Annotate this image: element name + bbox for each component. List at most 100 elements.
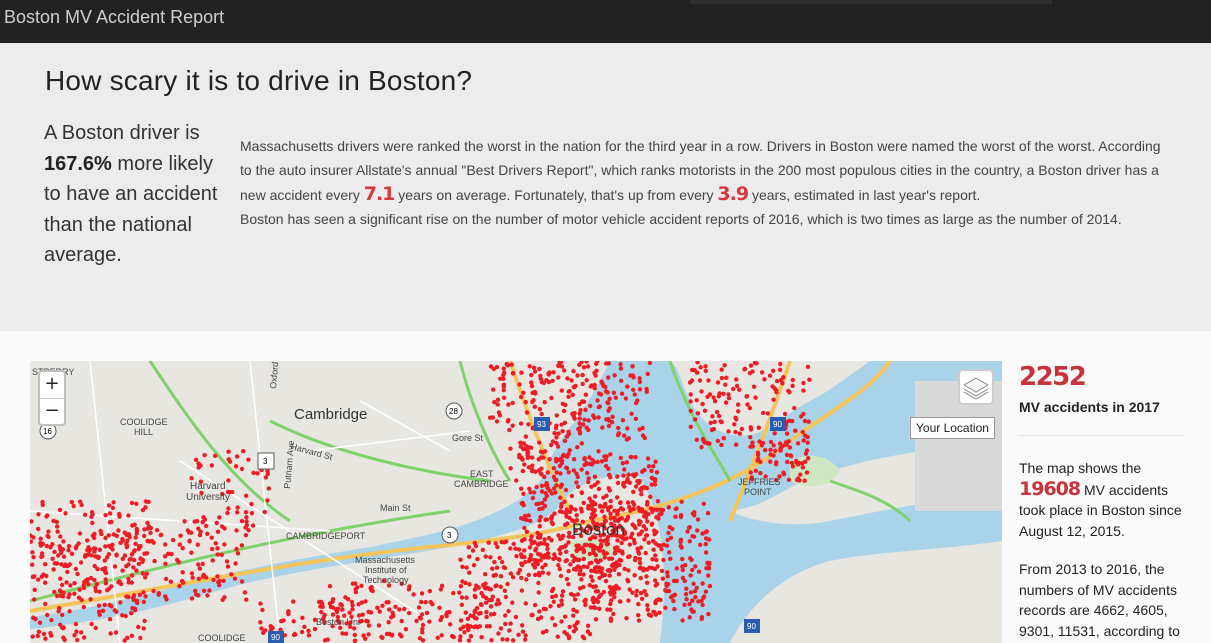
accident-dot[interactable] [626, 598, 631, 603]
accident-dot[interactable] [505, 419, 511, 424]
accident-dot[interactable] [125, 538, 130, 543]
accident-dot[interactable] [755, 452, 761, 457]
accident-dot[interactable] [102, 602, 107, 608]
accident-dot[interactable] [687, 615, 692, 620]
accident-dot[interactable] [592, 482, 597, 488]
accident-dot[interactable] [536, 580, 541, 586]
accident-dot[interactable] [551, 370, 556, 375]
accident-dot[interactable] [41, 631, 47, 637]
accident-dot[interactable] [58, 534, 63, 539]
accident-dot[interactable] [32, 574, 37, 579]
accident-dot[interactable] [592, 494, 598, 499]
accident-dot[interactable] [785, 459, 790, 465]
accident-dot[interactable] [428, 599, 433, 605]
accident-dot[interactable] [614, 583, 619, 589]
accident-dot[interactable] [578, 568, 583, 573]
accident-dot[interactable] [52, 549, 57, 555]
accident-dot[interactable] [616, 425, 621, 431]
accident-dot[interactable] [762, 447, 768, 453]
accident-dot[interactable] [258, 620, 263, 625]
accident-dot[interactable] [753, 395, 758, 400]
accident-dot[interactable] [628, 508, 633, 513]
accident-dot[interactable] [694, 437, 699, 442]
accident-dot[interactable] [527, 545, 533, 550]
accident-dot[interactable] [136, 624, 141, 630]
accident-dot[interactable] [366, 623, 372, 628]
accident-dot[interactable] [699, 445, 704, 450]
accident-dot[interactable] [517, 382, 522, 387]
accident-dot[interactable] [131, 557, 137, 563]
accident-dot[interactable] [608, 498, 613, 504]
accident-dot[interactable] [67, 592, 72, 597]
accident-dot[interactable] [731, 386, 736, 392]
accident-dot[interactable] [585, 364, 591, 369]
accident-dot[interactable] [697, 378, 703, 383]
accident-dot[interactable] [196, 593, 201, 598]
accident-dot[interactable] [143, 594, 148, 599]
accident-dot[interactable] [350, 603, 355, 608]
accident-dot[interactable] [583, 599, 588, 604]
accident-dot[interactable] [459, 595, 465, 600]
accident-dot[interactable] [632, 573, 637, 578]
accident-dot[interactable] [560, 533, 566, 539]
accident-dot[interactable] [688, 573, 693, 578]
accident-dot[interactable] [233, 464, 239, 469]
accident-dot[interactable] [597, 391, 602, 396]
accident-dot[interactable] [510, 575, 516, 580]
accident-dot[interactable] [542, 474, 547, 480]
accident-dot[interactable] [771, 368, 776, 373]
accident-dot[interactable] [522, 554, 527, 560]
accident-dot[interactable] [31, 615, 36, 620]
accident-dot[interactable] [93, 585, 98, 590]
accident-dot[interactable] [682, 602, 687, 607]
accident-dot[interactable] [222, 595, 227, 600]
accident-dot[interactable] [585, 564, 590, 570]
accident-dot[interactable] [566, 451, 571, 457]
accident-dot[interactable] [726, 396, 732, 401]
accident-dot[interactable] [216, 579, 221, 585]
accident-dot[interactable] [558, 504, 564, 510]
accident-dot[interactable] [532, 404, 537, 409]
accident-dot[interactable] [631, 489, 636, 495]
accident-dot[interactable] [234, 546, 239, 552]
accident-dot[interactable] [40, 502, 45, 507]
accident-dot[interactable] [632, 392, 637, 397]
accident-dot[interactable] [490, 594, 495, 599]
accident-dot[interactable] [612, 591, 617, 596]
accident-dot[interactable] [88, 575, 94, 581]
accident-dot[interactable] [715, 380, 721, 385]
accident-dot[interactable] [558, 551, 563, 556]
accident-dot[interactable] [617, 548, 622, 553]
accident-dot[interactable] [732, 422, 737, 427]
accident-dot[interactable] [579, 490, 584, 495]
accident-dot[interactable] [517, 547, 522, 552]
accident-dot[interactable] [118, 600, 123, 605]
accident-dot[interactable] [43, 636, 48, 641]
accident-dot[interactable] [116, 511, 122, 517]
accident-dot[interactable] [774, 460, 779, 465]
accident-dot[interactable] [648, 494, 653, 499]
accident-dot[interactable] [582, 462, 587, 468]
accident-dot[interactable] [495, 544, 500, 550]
accident-dot[interactable] [72, 633, 77, 638]
accident-dot[interactable] [402, 606, 407, 612]
accident-dot[interactable] [690, 609, 695, 614]
accident-dot[interactable] [234, 528, 239, 533]
accident-dot[interactable] [592, 513, 598, 518]
accident-dot[interactable] [598, 503, 603, 508]
accident-dot[interactable] [588, 403, 593, 409]
accident-dot[interactable] [390, 610, 395, 615]
accident-dot[interactable] [556, 563, 561, 568]
accident-dot[interactable] [537, 524, 542, 529]
accident-dot[interactable] [571, 567, 577, 572]
accident-dot[interactable] [43, 601, 48, 607]
accident-dot[interactable] [560, 589, 566, 594]
accident-dot[interactable] [384, 600, 389, 605]
accident-dot[interactable] [476, 611, 482, 616]
accident-dot[interactable] [103, 513, 108, 518]
accident-dot[interactable] [564, 549, 569, 554]
accident-dot[interactable] [420, 630, 425, 635]
accident-dot[interactable] [215, 546, 220, 551]
accident-dot[interactable] [617, 599, 623, 604]
accident-dot[interactable] [489, 638, 494, 643]
